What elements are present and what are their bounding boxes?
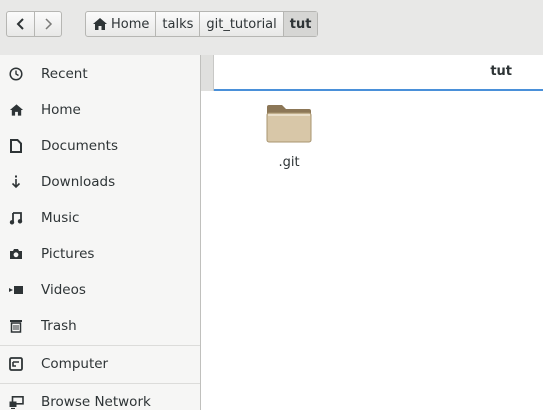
sidebar-item-recent[interactable]: Recent: [0, 56, 200, 92]
sidebar-item-documents[interactable]: Documents: [0, 128, 200, 164]
sidebar-item-label: Pictures: [41, 246, 95, 262]
column-header-underline: [214, 89, 543, 91]
breadcrumb-tut[interactable]: tut: [282, 12, 318, 36]
sidebar-item-label: Documents: [41, 138, 118, 154]
document-icon: [8, 138, 24, 154]
sidebar-item-label: Recent: [41, 66, 88, 82]
sidebar-item-pictures[interactable]: Pictures: [0, 236, 200, 272]
file-item[interactable]: .git: [256, 103, 322, 170]
chevron-right-icon: [45, 18, 53, 30]
sidebar-item-browse-network[interactable]: Browse Network: [0, 384, 200, 410]
sidebar-item-label: Videos: [41, 282, 86, 298]
download-icon: [8, 174, 24, 190]
file-view[interactable]: tut .git: [200, 55, 543, 410]
breadcrumb-talks[interactable]: talks: [155, 12, 199, 36]
column-title: tut: [490, 64, 512, 79]
music-icon: [8, 210, 24, 226]
video-icon: [8, 282, 24, 298]
sidebar-item-music[interactable]: Music: [0, 200, 200, 236]
column-header-leading: [201, 55, 214, 91]
sidebar-item-label: Computer: [41, 356, 109, 372]
camera-icon: [8, 246, 24, 262]
computer-icon: [8, 356, 24, 372]
network-icon: [8, 394, 24, 410]
breadcrumb: Home talks git_tutorial tut: [85, 11, 319, 37]
breadcrumb-home[interactable]: Home: [86, 12, 155, 36]
breadcrumb-label: talks: [162, 16, 194, 32]
home-icon: [8, 102, 24, 118]
back-button[interactable]: [7, 12, 34, 36]
sidebar-item-label: Music: [41, 210, 80, 226]
sidebar-item-trash[interactable]: Trash: [0, 308, 200, 344]
sidebar: Recent Home Documents Downloads Music Pi…: [0, 55, 200, 410]
sidebar-item-videos[interactable]: Videos: [0, 272, 200, 308]
breadcrumb-label: tut: [289, 16, 312, 32]
toolbar: Home talks git_tutorial tut: [0, 0, 543, 44]
sidebar-item-label: Browse Network: [41, 394, 151, 410]
trash-icon: [8, 318, 24, 334]
breadcrumb-label: Home: [111, 16, 150, 32]
sidebar-item-home[interactable]: Home: [0, 92, 200, 128]
chevron-left-icon: [16, 18, 24, 30]
forward-button[interactable]: [34, 12, 61, 36]
home-icon: [93, 18, 107, 30]
breadcrumb-label: git_tutorial: [206, 16, 277, 32]
clock-icon: [8, 66, 24, 82]
folder-icon: [266, 105, 312, 143]
sidebar-item-downloads[interactable]: Downloads: [0, 164, 200, 200]
file-name: .git: [278, 155, 300, 170]
sidebar-item-computer[interactable]: Computer: [0, 346, 200, 382]
column-header[interactable]: tut: [201, 55, 543, 91]
nav-buttons: [6, 11, 62, 37]
sidebar-item-label: Home: [41, 102, 81, 118]
sidebar-item-label: Trash: [41, 318, 77, 334]
breadcrumb-git-tutorial[interactable]: git_tutorial: [199, 12, 282, 36]
sidebar-item-label: Downloads: [41, 174, 116, 190]
